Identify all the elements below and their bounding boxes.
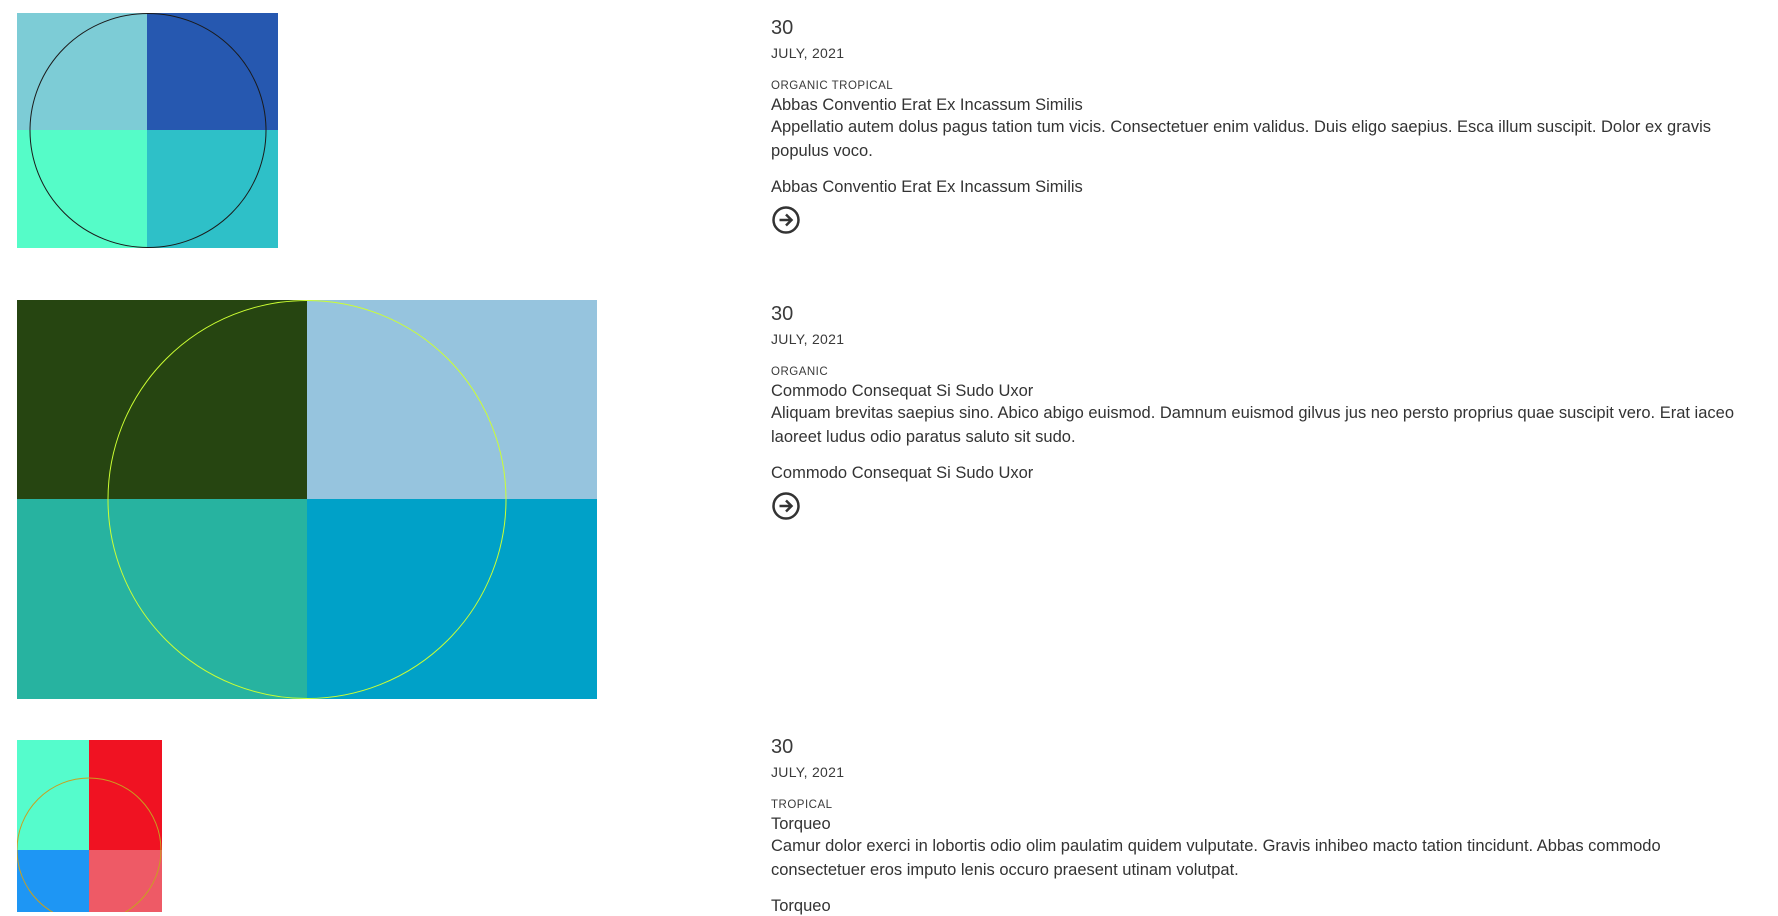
thumbnail-quadrant-tl bbox=[17, 300, 307, 499]
arrow-right-circle-icon[interactable] bbox=[771, 491, 801, 521]
post-title[interactable]: Abbas Conventio Erat Ex Incassum Similis bbox=[771, 95, 1741, 115]
post-excerpt: Appellatio autem dolus pagus tation tum … bbox=[771, 118, 1712, 160]
thumbnail-quadrant-bl bbox=[17, 130, 147, 248]
post-month-year: JULY, 2021 bbox=[771, 764, 845, 780]
post-title[interactable]: Commodo Consequat Si Sudo Uxor bbox=[771, 381, 1741, 401]
thumbnail-quadrant-tr bbox=[307, 300, 597, 499]
thumbnail-quadrant-tl bbox=[17, 13, 147, 130]
read-more-link[interactable]: Commodo Consequat Si Sudo Uxor bbox=[771, 463, 1741, 483]
post-title[interactable]: Torqueo bbox=[771, 814, 1741, 834]
post-excerpt: Aliquam brevitas saepius sino. Abico abi… bbox=[771, 404, 1735, 446]
post-category[interactable]: ORGANIC bbox=[771, 365, 1741, 379]
article-content: 30 JULY, 2021 ORGANIC TROPICAL Abbas Con… bbox=[771, 17, 1741, 235]
post-month-year: JULY, 2021 bbox=[771, 45, 845, 61]
thumbnail-quadrant-tr bbox=[147, 13, 278, 130]
post-day: 30 bbox=[771, 303, 794, 325]
thumbnail-quadrant-br bbox=[307, 499, 597, 699]
thumbnail-quadrant-bl bbox=[17, 499, 307, 699]
article-content: 30 JULY, 2021 ORGANIC Commodo Consequat … bbox=[771, 303, 1741, 521]
thumbnail-quadrant-tr bbox=[89, 740, 162, 850]
thumbnail-quadrant-br bbox=[89, 850, 162, 912]
article-thumbnail[interactable] bbox=[17, 13, 278, 248]
article-content: 30 JULY, 2021 TROPICAL Torqueo Camur dol… bbox=[771, 736, 1741, 916]
thumbnail-quadrant-bl bbox=[17, 850, 89, 912]
post-category[interactable]: ORGANIC TROPICAL bbox=[771, 79, 1741, 93]
post-category[interactable]: TROPICAL bbox=[771, 798, 1741, 812]
post-excerpt: Camur dolor exerci in lobortis odio olim… bbox=[771, 837, 1661, 879]
post-day: 30 bbox=[771, 736, 794, 758]
post-day: 30 bbox=[771, 17, 794, 39]
read-more-link[interactable]: Abbas Conventio Erat Ex Incassum Similis bbox=[771, 177, 1741, 197]
arrow-right-circle-icon[interactable] bbox=[771, 205, 801, 235]
thumbnail-quadrant-br bbox=[147, 130, 278, 248]
read-more-link[interactable]: Torqueo bbox=[771, 896, 1741, 916]
post-month-year: JULY, 2021 bbox=[771, 331, 845, 347]
thumbnail-quadrant-tl bbox=[17, 740, 89, 850]
article-thumbnail[interactable] bbox=[17, 300, 597, 699]
article-thumbnail[interactable] bbox=[17, 740, 162, 912]
